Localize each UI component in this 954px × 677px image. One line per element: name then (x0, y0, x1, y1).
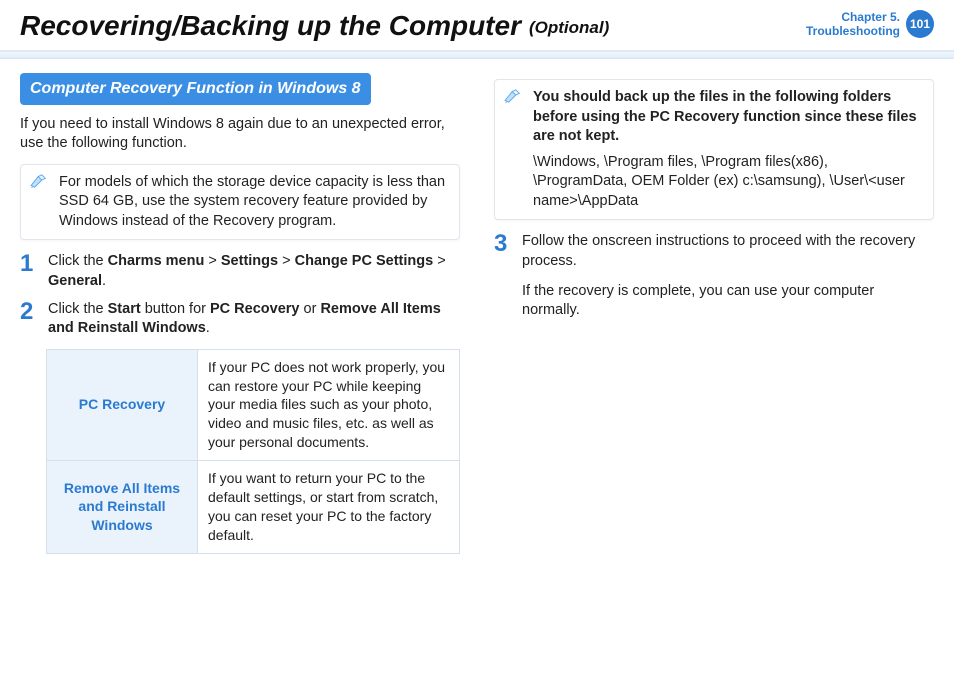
table-row: PC Recovery If your PC does not work pro… (47, 349, 460, 460)
t: Settings (221, 253, 278, 269)
section-heading: Computer Recovery Function in Windows 8 (20, 73, 371, 105)
t: or (299, 301, 320, 317)
note-backup: You should back up the files in the foll… (494, 79, 934, 220)
cell-remove-all-label: Remove All Items and Reinstall Windows (47, 461, 198, 554)
recovery-options-table: PC Recovery If your PC does not work pro… (46, 349, 460, 554)
left-column: Computer Recovery Function in Windows 8 … (20, 73, 460, 554)
note-icon (503, 88, 525, 104)
right-column: You should back up the files in the foll… (494, 73, 934, 554)
page-number-badge: 101 (906, 10, 934, 38)
note-backup-body: You should back up the files in the foll… (533, 88, 923, 211)
cell-remove-all-text: If you want to return your PC to the def… (198, 461, 460, 554)
step-1-number: 1 (20, 252, 38, 291)
t: Click the (48, 301, 108, 317)
page-subtitle: (Optional) (529, 18, 609, 38)
intro-text: If you need to install Windows 8 again d… (20, 115, 460, 154)
t: > (433, 253, 446, 269)
title-wrap: Recovering/Backing up the Computer (Opti… (20, 10, 609, 42)
t: Change PC Settings (295, 253, 434, 269)
chapter-block: Chapter 5. Troubleshooting 101 (806, 10, 934, 39)
chapter-line-2: Troubleshooting (806, 24, 900, 38)
cell-pc-recovery-label: PC Recovery (47, 349, 198, 460)
note-backup-paths: \Windows, \Program files, \Program files… (533, 154, 905, 209)
table-row: Remove All Items and Reinstall Windows I… (47, 461, 460, 554)
note-backup-bold: You should back up the files in the foll… (533, 89, 917, 144)
columns: Computer Recovery Function in Windows 8 … (20, 73, 934, 554)
step-1: 1 Click the Charms menu > Settings > Cha… (20, 252, 460, 291)
chapter-text: Chapter 5. Troubleshooting (806, 10, 900, 39)
t: . (102, 273, 106, 289)
t: General (48, 273, 102, 289)
step-3-body: Follow the onscreen instructions to proc… (522, 232, 934, 330)
step-1-body: Click the Charms menu > Settings > Chang… (48, 252, 460, 291)
t: Click the (48, 253, 108, 269)
t: Start (108, 301, 141, 317)
page-title: Recovering/Backing up the Computer (20, 10, 521, 42)
step-3-line-1: Follow the onscreen instructions to proc… (522, 232, 934, 271)
t: button for (141, 301, 210, 317)
document-page: Recovering/Backing up the Computer (Opti… (0, 0, 954, 677)
chapter-line-1: Chapter 5. (841, 10, 900, 24)
step-2: 2 Click the Start button for PC Recovery… (20, 300, 460, 339)
t: > (278, 253, 295, 269)
step-3-line-2: If the recovery is complete, you can use… (522, 282, 934, 321)
step-2-body: Click the Start button for PC Recovery o… (48, 300, 460, 339)
cell-pc-recovery-text: If your PC does not work properly, you c… (198, 349, 460, 460)
note-ssd: For models of which the storage device c… (20, 164, 460, 241)
t: > (204, 253, 221, 269)
step-3-number: 3 (494, 232, 512, 330)
t: PC Recovery (210, 301, 299, 317)
step-2-number: 2 (20, 300, 38, 339)
note-icon (29, 173, 51, 189)
t: Charms menu (108, 253, 205, 269)
header-rule (0, 50, 954, 59)
note-ssd-text: For models of which the storage device c… (59, 174, 445, 229)
page-header: Recovering/Backing up the Computer (Opti… (20, 10, 934, 42)
step-3: 3 Follow the onscreen instructions to pr… (494, 232, 934, 330)
t: . (206, 320, 210, 336)
